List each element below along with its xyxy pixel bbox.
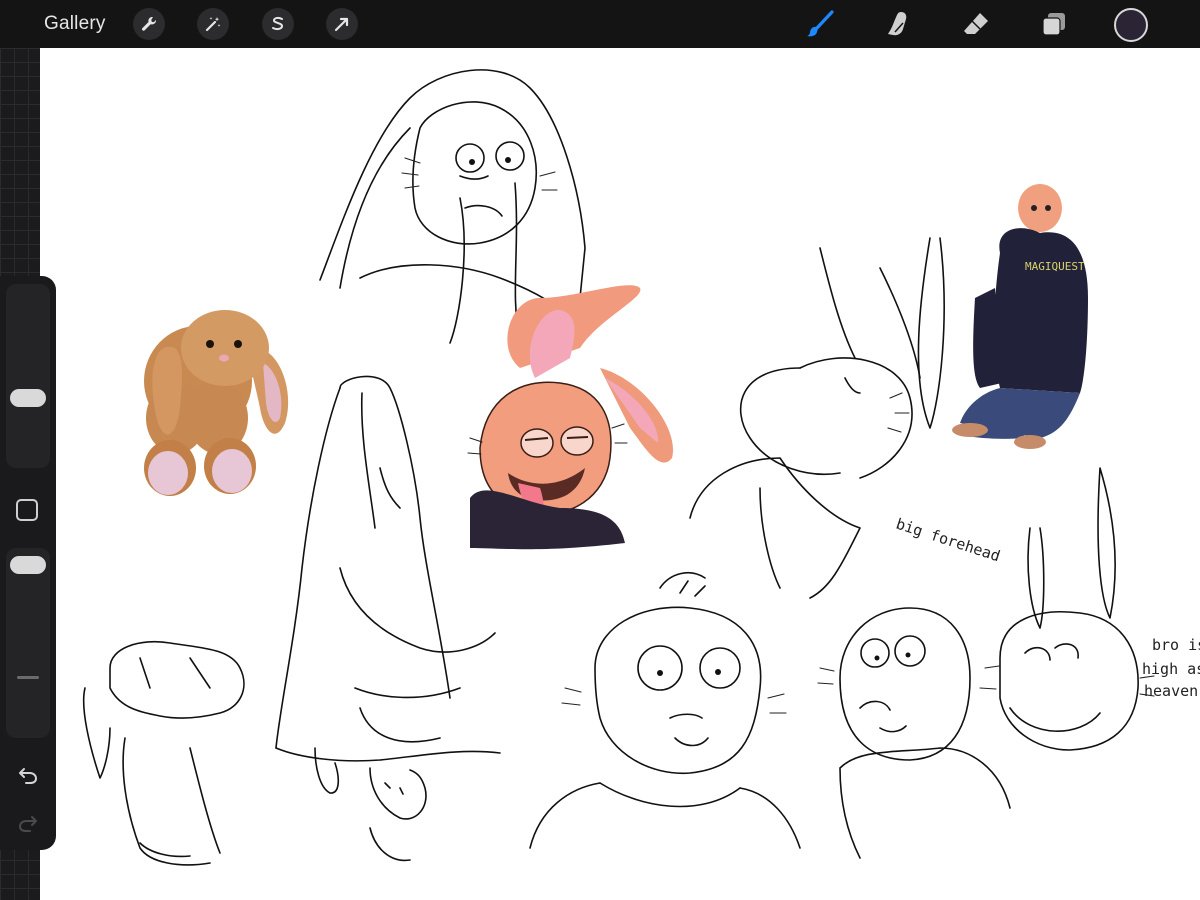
undo-arrow-icon[interactable]: [12, 759, 44, 791]
modify-button[interactable]: [16, 499, 38, 521]
selection-s-icon[interactable]: [262, 8, 294, 40]
opacity-slider[interactable]: [6, 548, 50, 738]
note-line-1: bro is: [1152, 636, 1200, 654]
big-forehead-note: big forehead: [894, 515, 1003, 566]
note-line-3: heaven: [1144, 682, 1198, 700]
staring-bunny-sketch: [817, 607, 1011, 859]
wrench-icon[interactable]: [133, 8, 165, 40]
arrow-cursor-icon[interactable]: [326, 8, 358, 40]
shocked-bunny-sketch: [529, 572, 801, 849]
grinning-bunny-sketch: [979, 467, 1155, 751]
gallery-button[interactable]: Gallery: [44, 13, 106, 35]
colored-bunny-sketch: [467, 285, 674, 550]
drawing-canvas[interactable]: MAGIQUEST big forehead bro i high as hea…: [40, 48, 1200, 900]
eraser-icon[interactable]: [958, 6, 994, 42]
cloaked-figure-sketch: [275, 375, 501, 862]
magic-wand-icon[interactable]: [197, 8, 229, 40]
top-toolbar: Gallery: [0, 0, 1200, 48]
plush-bunny-photo: [144, 310, 289, 496]
brush-icon[interactable]: [802, 6, 838, 42]
smudge-finger-icon[interactable]: [880, 6, 916, 42]
hoodie-character-drawing: MAGIQUEST: [952, 184, 1088, 449]
redo-arrow-icon[interactable]: [12, 807, 44, 839]
note-line-2: high as: [1142, 660, 1200, 678]
slider-divider: [17, 676, 39, 679]
hoodie-logo-text: MAGIQUEST: [1025, 260, 1085, 273]
brush-size-slider[interactable]: [6, 284, 50, 468]
layers-icon[interactable]: [1036, 6, 1072, 42]
small-hat-character-sketch: [82, 640, 245, 866]
profile-bunny-sketch: [689, 237, 945, 599]
handwritten-notes: big forehead bro is high as heaven: [894, 515, 1200, 700]
opacity-thumb[interactable]: [10, 556, 46, 574]
left-sidebar: [0, 276, 56, 850]
sketch-layer: MAGIQUEST big forehead bro i high as hea…: [82, 69, 1200, 866]
brush-size-thumb[interactable]: [10, 389, 46, 407]
color-swatch[interactable]: [1114, 8, 1148, 42]
